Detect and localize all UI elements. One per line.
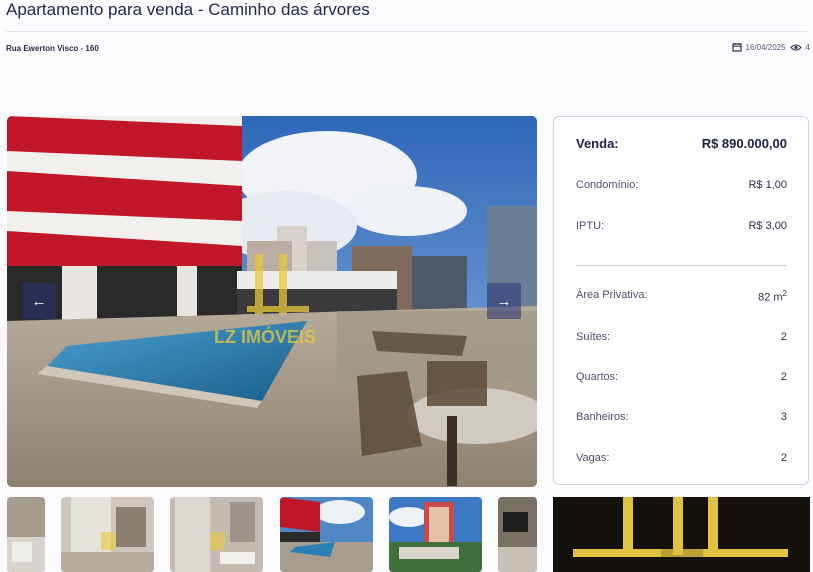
title-divider — [6, 31, 807, 32]
thumbnail[interactable] — [498, 497, 537, 572]
condo-row: Condomínio: R$ 1,00 — [576, 179, 787, 191]
iptu-value: R$ 3,00 — [748, 220, 787, 232]
bath-row: Banheiros: 3 — [576, 411, 787, 423]
agency-logo-tile — [553, 497, 810, 572]
eye-icon — [789, 43, 802, 52]
bath-label: Banheiros: — [576, 411, 629, 423]
thumbnail[interactable] — [389, 497, 482, 572]
address: Rua Ewerton Visco - 160 — [6, 44, 99, 53]
area-row: Área Privativa: 82 m2 — [576, 289, 787, 304]
published-date: 16/04/2025 — [745, 42, 786, 52]
listing-meta: 16/04/2025 4 — [731, 42, 810, 52]
iptu-row: IPTU: R$ 3,00 — [576, 220, 787, 232]
thumbnail[interactable] — [280, 497, 373, 572]
thumbnail[interactable] — [170, 497, 263, 572]
sale-value: R$ 890.000,00 — [701, 136, 787, 151]
bath-value: 3 — [780, 411, 787, 423]
sale-price-row: Venda: R$ 890.000,00 — [576, 136, 787, 151]
calendar-icon — [731, 42, 742, 52]
arrow-right-icon: → — [496, 292, 512, 310]
suites-value: 2 — [780, 331, 787, 343]
parking-value: 2 — [780, 452, 787, 464]
area-unit-sup: 2 — [782, 289, 787, 298]
sale-label: Venda: — [576, 136, 619, 151]
area-label: Área Privativa: — [576, 289, 648, 301]
page-title: Apartamento para venda - Caminho das árv… — [6, 0, 370, 19]
view-count: 4 — [805, 42, 810, 52]
rooms-label: Quartos: — [576, 371, 619, 383]
area-value: 82 m2 — [758, 289, 787, 304]
suites-row: Suítes: 2 — [576, 331, 787, 343]
parking-label: Vagas: — [576, 452, 610, 464]
area-number: 82 m — [758, 291, 783, 304]
thumbnail[interactable] — [61, 497, 154, 572]
arrow-left-icon: ← — [31, 292, 47, 310]
watermark-text: LZ IMÓVEIS — [214, 326, 316, 347]
suites-label: Suítes: — [576, 331, 611, 343]
main-photo[interactable]: LZ IMÓVEIS — [7, 116, 537, 487]
condo-label: Condomínio: — [576, 179, 639, 191]
details-divider — [576, 265, 787, 266]
parking-row: Vagas: 2 — [576, 452, 787, 464]
rooms-value: 2 — [780, 371, 787, 383]
thumbnail[interactable] — [7, 497, 45, 572]
prev-photo-button[interactable]: ← — [22, 283, 56, 319]
condo-value: R$ 1,00 — [748, 179, 787, 191]
next-photo-button[interactable]: → — [487, 283, 521, 319]
details-card: Venda: R$ 890.000,00 Condomínio: R$ 1,00… — [553, 116, 809, 485]
iptu-label: IPTU: — [576, 220, 605, 232]
rooms-row: Quartos: 2 — [576, 371, 787, 383]
